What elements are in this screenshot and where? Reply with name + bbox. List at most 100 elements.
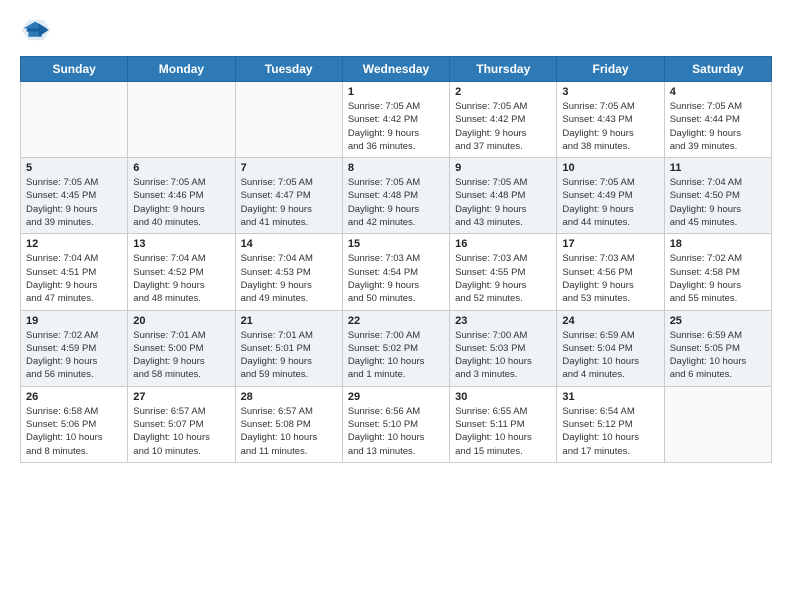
calendar-cell: 8 Sunrise: 7:05 AM Sunset: 4:48 PM Daylig…	[342, 158, 449, 234]
calendar-cell: 30 Sunrise: 6:55 AM Sunset: 5:11 PM Dayli…	[450, 386, 557, 462]
day-number: 22	[348, 315, 444, 327]
day-number: 15	[348, 238, 444, 250]
day-info: Sunrise: 6:58 AM Sunset: 5:06 PM Dayligh…	[26, 405, 122, 458]
calendar-cell	[235, 82, 342, 158]
day-info: Sunrise: 7:05 AM Sunset: 4:47 PM Dayligh…	[241, 176, 337, 229]
calendar-cell: 18Sunrise: 7:02 AM Sunset: 4:58 PM Dayli…	[664, 234, 771, 310]
day-info: Sunrise: 7:04 AM Sunset: 4:50 PM Dayligh…	[670, 176, 766, 229]
day-number: 18	[670, 238, 766, 250]
day-number: 8	[348, 162, 444, 174]
day-info: Sunrise: 7:00 AM Sunset: 5:02 PM Dayligh…	[348, 329, 444, 382]
day-info: Sunrise: 6:57 AM Sunset: 5:07 PM Dayligh…	[133, 405, 229, 458]
day-info: Sunrise: 7:05 AM Sunset: 4:45 PM Dayligh…	[26, 176, 122, 229]
day-number: 27	[133, 391, 229, 403]
calendar-cell: 1Sunrise: 7:05 AM Sunset: 4:42 PM Daylig…	[342, 82, 449, 158]
calendar-cell: 13 Sunrise: 7:04 AM Sunset: 4:52 PM Dayli…	[128, 234, 235, 310]
calendar-cell: 19 Sunrise: 7:02 AM Sunset: 4:59 PM Dayli…	[21, 310, 128, 386]
day-info: Sunrise: 7:05 AM Sunset: 4:49 PM Dayligh…	[562, 176, 658, 229]
calendar-cell: 7 Sunrise: 7:05 AM Sunset: 4:47 PM Daylig…	[235, 158, 342, 234]
calendar-cell: 16 Sunrise: 7:03 AM Sunset: 4:55 PM Dayli…	[450, 234, 557, 310]
day-number: 14	[241, 238, 337, 250]
day-info: Sunrise: 6:55 AM Sunset: 5:11 PM Dayligh…	[455, 405, 551, 458]
day-number: 24	[562, 315, 658, 327]
day-info: Sunrise: 7:05 AM Sunset: 4:42 PM Dayligh…	[455, 100, 551, 153]
calendar-cell	[128, 82, 235, 158]
calendar-cell: 5Sunrise: 7:05 AM Sunset: 4:45 PM Daylig…	[21, 158, 128, 234]
day-number: 29	[348, 391, 444, 403]
day-number: 30	[455, 391, 551, 403]
day-info: Sunrise: 7:01 AM Sunset: 5:00 PM Dayligh…	[133, 329, 229, 382]
day-info: Sunrise: 7:04 AM Sunset: 4:52 PM Dayligh…	[133, 252, 229, 305]
weekday-header-tuesday: Tuesday	[235, 57, 342, 82]
calendar-cell: 25 Sunrise: 6:59 AM Sunset: 5:05 PM Dayli…	[664, 310, 771, 386]
logo-icon	[20, 16, 52, 44]
day-number: 7	[241, 162, 337, 174]
day-info: Sunrise: 7:02 AM Sunset: 4:59 PM Dayligh…	[26, 329, 122, 382]
day-info: Sunrise: 7:05 AM Sunset: 4:48 PM Dayligh…	[348, 176, 444, 229]
weekday-header-saturday: Saturday	[664, 57, 771, 82]
day-number: 12	[26, 238, 122, 250]
day-number: 2	[455, 86, 551, 98]
day-number: 17	[562, 238, 658, 250]
weekday-header-sunday: Sunday	[21, 57, 128, 82]
calendar: SundayMondayTuesdayWednesdayThursdayFrid…	[20, 56, 772, 463]
calendar-cell: 14 Sunrise: 7:04 AM Sunset: 4:53 PM Dayli…	[235, 234, 342, 310]
calendar-cell: 4 Sunrise: 7:05 AM Sunset: 4:44 PM Daylig…	[664, 82, 771, 158]
weekday-header-friday: Friday	[557, 57, 664, 82]
calendar-cell: 22 Sunrise: 7:00 AM Sunset: 5:02 PM Dayli…	[342, 310, 449, 386]
calendar-cell: 24 Sunrise: 6:59 AM Sunset: 5:04 PM Dayli…	[557, 310, 664, 386]
day-number: 19	[26, 315, 122, 327]
logo	[20, 16, 56, 44]
calendar-cell: 3 Sunrise: 7:05 AM Sunset: 4:43 PM Daylig…	[557, 82, 664, 158]
day-info: Sunrise: 7:01 AM Sunset: 5:01 PM Dayligh…	[241, 329, 337, 382]
day-number: 28	[241, 391, 337, 403]
calendar-cell: 21 Sunrise: 7:01 AM Sunset: 5:01 PM Dayli…	[235, 310, 342, 386]
calendar-cell	[664, 386, 771, 462]
calendar-cell: 17 Sunrise: 7:03 AM Sunset: 4:56 PM Dayli…	[557, 234, 664, 310]
day-info: Sunrise: 7:05 AM Sunset: 4:46 PM Dayligh…	[133, 176, 229, 229]
day-info: Sunrise: 7:03 AM Sunset: 4:55 PM Dayligh…	[455, 252, 551, 305]
page: SundayMondayTuesdayWednesdayThursdayFrid…	[0, 0, 792, 612]
day-number: 1	[348, 86, 444, 98]
day-info: Sunrise: 6:59 AM Sunset: 5:04 PM Dayligh…	[562, 329, 658, 382]
day-number: 20	[133, 315, 229, 327]
calendar-cell: 31Sunrise: 6:54 AM Sunset: 5:12 PM Dayli…	[557, 386, 664, 462]
day-info: Sunrise: 6:59 AM Sunset: 5:05 PM Dayligh…	[670, 329, 766, 382]
calendar-cell: 6Sunrise: 7:05 AM Sunset: 4:46 PM Daylig…	[128, 158, 235, 234]
day-info: Sunrise: 6:57 AM Sunset: 5:08 PM Dayligh…	[241, 405, 337, 458]
calendar-cell: 10 Sunrise: 7:05 AM Sunset: 4:49 PM Dayli…	[557, 158, 664, 234]
day-number: 13	[133, 238, 229, 250]
day-info: Sunrise: 7:03 AM Sunset: 4:54 PM Dayligh…	[348, 252, 444, 305]
calendar-cell: 11 Sunrise: 7:04 AM Sunset: 4:50 PM Dayli…	[664, 158, 771, 234]
calendar-cell: 20 Sunrise: 7:01 AM Sunset: 5:00 PM Dayli…	[128, 310, 235, 386]
calendar-week-5: 26Sunrise: 6:58 AM Sunset: 5:06 PM Dayli…	[21, 386, 772, 462]
day-info: Sunrise: 7:05 AM Sunset: 4:43 PM Dayligh…	[562, 100, 658, 153]
day-number: 23	[455, 315, 551, 327]
calendar-cell: 28 Sunrise: 6:57 AM Sunset: 5:08 PM Dayli…	[235, 386, 342, 462]
calendar-week-1: 1 Sunrise: 7:05 AM Sunset: 4:42 PM Daylig…	[21, 82, 772, 158]
calendar-week-2: 5Sunrise: 7:05 AM Sunset: 4:45 PM Daylig…	[21, 158, 772, 234]
calendar-cell: 9 Sunrise: 7:05 AM Sunset: 4:48 PM Daylig…	[450, 158, 557, 234]
calendar-cell: 15 Sunrise: 7:03 AM Sunset: 4:54 PM Dayli…	[342, 234, 449, 310]
calendar-cell: 26Sunrise: 6:58 AM Sunset: 5:06 PM Dayli…	[21, 386, 128, 462]
day-info: Sunrise: 6:54 AM Sunset: 5:12 PM Dayligh…	[562, 405, 658, 458]
day-number: 11	[670, 162, 766, 174]
day-number: 4	[670, 86, 766, 98]
day-number: 21	[241, 315, 337, 327]
day-info: Sunrise: 7:05 AM Sunset: 4:44 PM Dayligh…	[670, 100, 766, 153]
day-info: Sunrise: 6:56 AM Sunset: 5:10 PM Dayligh…	[348, 405, 444, 458]
day-number: 3	[562, 86, 658, 98]
weekday-header-row: SundayMondayTuesdayWednesdayThursdayFrid…	[21, 57, 772, 82]
day-info: Sunrise: 7:05 AM Sunset: 4:48 PM Dayligh…	[455, 176, 551, 229]
header	[20, 16, 772, 44]
day-number: 16	[455, 238, 551, 250]
day-number: 25	[670, 315, 766, 327]
weekday-header-wednesday: Wednesday	[342, 57, 449, 82]
calendar-cell: 29 Sunrise: 6:56 AM Sunset: 5:10 PM Dayli…	[342, 386, 449, 462]
day-info: Sunrise: 7:03 AM Sunset: 4:56 PM Dayligh…	[562, 252, 658, 305]
day-info: Sunrise: 7:00 AM Sunset: 5:03 PM Dayligh…	[455, 329, 551, 382]
calendar-cell: 2 Sunrise: 7:05 AM Sunset: 4:42 PM Daylig…	[450, 82, 557, 158]
day-info: Sunrise: 7:04 AM Sunset: 4:53 PM Dayligh…	[241, 252, 337, 305]
day-number: 9	[455, 162, 551, 174]
day-number: 10	[562, 162, 658, 174]
